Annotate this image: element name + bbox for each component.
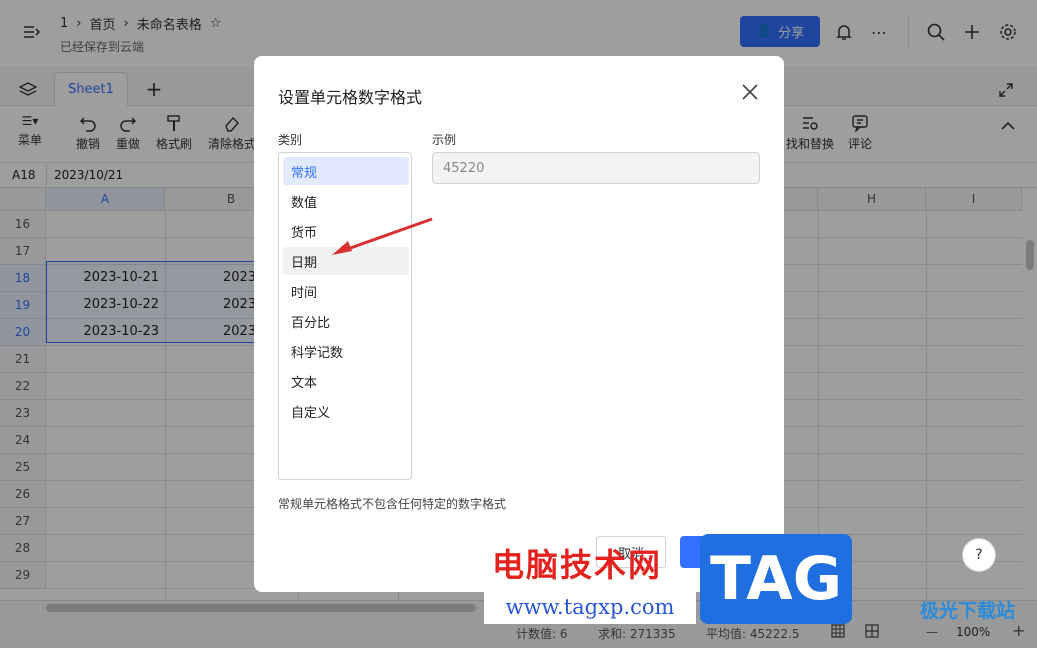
watermark-url: www.tagxp.com xyxy=(484,590,696,624)
category-item-percent[interactable]: 百分比 xyxy=(283,307,409,335)
number-format-dialog: 设置单元格数字格式 类别 示例 常规 数值 货币 日期 时间 百分比 科学记数 … xyxy=(254,56,784,592)
watermark-cn-text: 电脑技术网 xyxy=(492,546,663,584)
help-icon[interactable]: ? xyxy=(962,538,996,572)
close-icon[interactable] xyxy=(740,82,760,102)
example-label: 示例 xyxy=(432,133,457,147)
watermark-tag-logo: TAG xyxy=(700,534,852,624)
example-preview: 45220 xyxy=(432,152,760,184)
category-item-custom[interactable]: 自定义 xyxy=(283,397,409,425)
category-item-scientific[interactable]: 科学记数 xyxy=(283,337,409,365)
dialog-title: 设置单元格数字格式 xyxy=(278,88,423,107)
watermark-site-name: 极光下载站 xyxy=(920,600,1016,622)
category-item-general[interactable]: 常规 xyxy=(283,157,409,185)
category-item-time[interactable]: 时间 xyxy=(283,277,409,305)
category-label: 类别 xyxy=(278,133,303,147)
category-list: 常规 数值 货币 日期 时间 百分比 科学记数 文本 自定义 xyxy=(278,152,412,480)
annotation-arrow-icon xyxy=(332,217,433,255)
category-item-text[interactable]: 文本 xyxy=(283,367,409,395)
format-description: 常规单元格格式不包含任何特定的数字格式 xyxy=(278,497,507,511)
